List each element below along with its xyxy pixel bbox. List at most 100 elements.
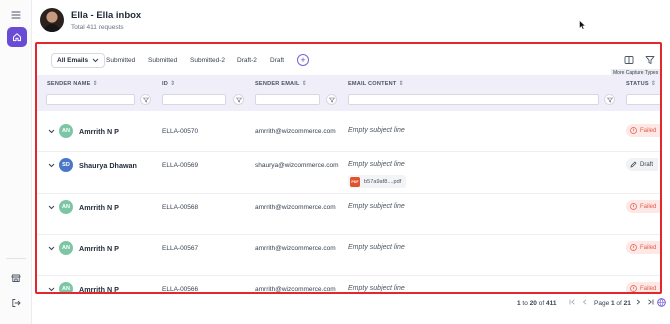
expand-chevron-icon[interactable]	[47, 127, 55, 135]
filter-icon[interactable]	[233, 94, 244, 105]
status-filter-input[interactable]	[626, 94, 660, 105]
column-sender-name[interactable]: SENDER NAME ⇕	[47, 80, 98, 88]
store-icon[interactable]	[0, 268, 32, 288]
range-total: 411	[545, 299, 557, 307]
tab-draft-2[interactable]: Draft-2	[237, 57, 257, 64]
filter-icon[interactable]	[326, 94, 337, 105]
help-widget-button[interactable]	[656, 297, 666, 307]
page-indicator: Page 1 of 21	[594, 298, 631, 308]
filter-icon[interactable]	[604, 94, 615, 105]
page-of: of	[614, 299, 624, 307]
columns-icon	[624, 56, 634, 64]
expand-chevron-icon[interactable]	[47, 203, 55, 211]
alert-icon	[630, 203, 637, 210]
attachment-chip[interactable]: PDF b57a9af8....pdf	[348, 175, 407, 188]
tab-submitted[interactable]: Submitted	[106, 57, 135, 64]
request-id: ELLA-00567	[162, 245, 199, 252]
email-subject: Empty subject line	[348, 161, 405, 168]
status-badge: Failed	[626, 282, 660, 292]
sender-email-filter-input[interactable]	[255, 94, 320, 105]
filter-button[interactable]	[644, 54, 656, 66]
sender-name-filter-input[interactable]	[46, 94, 135, 105]
table-row[interactable]: AN Amrrith N P ELLA-00567 amrrith@wizcom…	[37, 235, 660, 276]
status-badge: Failed	[626, 124, 660, 137]
inbox-avatar	[40, 8, 64, 32]
globe-icon	[656, 297, 666, 307]
next-page-button[interactable]	[633, 297, 643, 307]
sender-name: Amrrith N P	[79, 285, 119, 294]
table-row[interactable]: SD Shaurya Dhawan ELLA-00569 shaurya@wiz…	[37, 152, 660, 194]
sender-avatar: AN	[59, 282, 73, 292]
first-page-button[interactable]	[567, 297, 577, 307]
sort-icon: ⇕	[398, 81, 404, 87]
table-row[interactable]: AN Amrrith N P ELLA-00566 amrrith@wizcom…	[37, 276, 660, 294]
sender-email: amrrith@wizcommerce.com	[255, 245, 336, 252]
menu-icon[interactable]	[0, 5, 32, 25]
email-subject: Empty subject line	[348, 244, 405, 251]
home-icon	[13, 33, 21, 42]
last-page-icon	[647, 299, 653, 305]
logout-icon[interactable]	[0, 293, 32, 313]
sender-avatar: SD	[59, 158, 73, 172]
status-badge: Draft	[626, 158, 659, 171]
view-select[interactable]: All Emails	[51, 53, 106, 68]
column-id[interactable]: ID ⇕	[162, 80, 176, 88]
column-label: ID	[162, 80, 168, 87]
range-to: 20	[529, 299, 537, 307]
sender-name: Amrrith N P	[79, 203, 119, 212]
sort-icon: ⇕	[170, 81, 176, 87]
sender-name: Amrrith N P	[79, 244, 119, 253]
column-sender-email[interactable]: SENDER EMAIL ⇕	[255, 80, 307, 88]
status-label: Failed	[640, 127, 657, 134]
total-requests: Total 411 requests	[71, 24, 124, 31]
status-label: Failed	[640, 203, 657, 210]
expand-chevron-icon[interactable]	[47, 161, 55, 169]
tab-draft[interactable]: Draft	[270, 57, 284, 64]
status-label: Failed	[640, 285, 657, 292]
alert-icon	[630, 127, 637, 134]
column-email-content[interactable]: EMAIL CONTENT ⇕	[348, 80, 404, 88]
add-tab-button[interactable]: +	[297, 54, 309, 66]
alert-icon	[630, 285, 637, 292]
range-of: of	[536, 299, 546, 307]
request-id: ELLA-00568	[162, 204, 199, 211]
columns-button[interactable]	[623, 54, 635, 66]
filter-icon[interactable]	[140, 94, 151, 105]
column-label: STATUS	[626, 80, 649, 87]
status-badge: Failed	[626, 241, 660, 254]
tab-submitted-alt[interactable]: Submitted	[148, 57, 177, 64]
pagination-range: 1 to 20 of 411	[517, 298, 556, 308]
chevron-left-icon	[582, 299, 587, 305]
filter-icon	[645, 56, 655, 64]
last-page-button[interactable]	[645, 297, 655, 307]
sender-avatar: AN	[59, 241, 73, 255]
chevron-down-icon	[92, 58, 99, 63]
email-subject: Empty subject line	[348, 203, 405, 210]
sender-email: amrrith@wizcommerce.com	[255, 128, 336, 135]
expand-chevron-icon[interactable]	[47, 285, 55, 292]
table-row[interactable]: AN Amrrith N P ELLA-00570 amrrith@wizcom…	[37, 111, 660, 152]
email-subject: Empty subject line	[348, 285, 405, 292]
home-button[interactable]	[7, 27, 27, 47]
column-label: SENDER NAME	[47, 80, 91, 87]
first-page-icon	[569, 299, 575, 305]
sender-email: amrrith@wizcommerce.com	[255, 204, 336, 211]
chevron-right-icon	[636, 299, 641, 305]
inbox-table-panel: All Emails Submitted Submitted Submitted…	[35, 42, 662, 294]
email-content-filter-input[interactable]	[348, 94, 599, 105]
previous-page-button[interactable]	[580, 297, 590, 307]
sender-name: Shaurya Dhawan	[79, 161, 137, 170]
status-badge: Failed	[626, 200, 660, 213]
id-filter-input[interactable]	[162, 94, 226, 105]
side-rail	[0, 0, 32, 324]
status-label: Draft	[640, 161, 654, 168]
expand-chevron-icon[interactable]	[47, 244, 55, 252]
tab-submitted-2[interactable]: Submitted-2	[190, 57, 225, 64]
mouse-cursor-icon	[579, 17, 586, 35]
column-status[interactable]: STATUS ⇕	[626, 80, 656, 88]
table-row[interactable]: AN Amrrith N P ELLA-00568 amrrith@wizcom…	[37, 194, 660, 235]
sender-avatar: AN	[59, 200, 73, 214]
pdf-icon: PDF	[350, 176, 360, 187]
request-id: ELLA-00569	[162, 162, 199, 169]
page-total: 21	[623, 299, 631, 307]
